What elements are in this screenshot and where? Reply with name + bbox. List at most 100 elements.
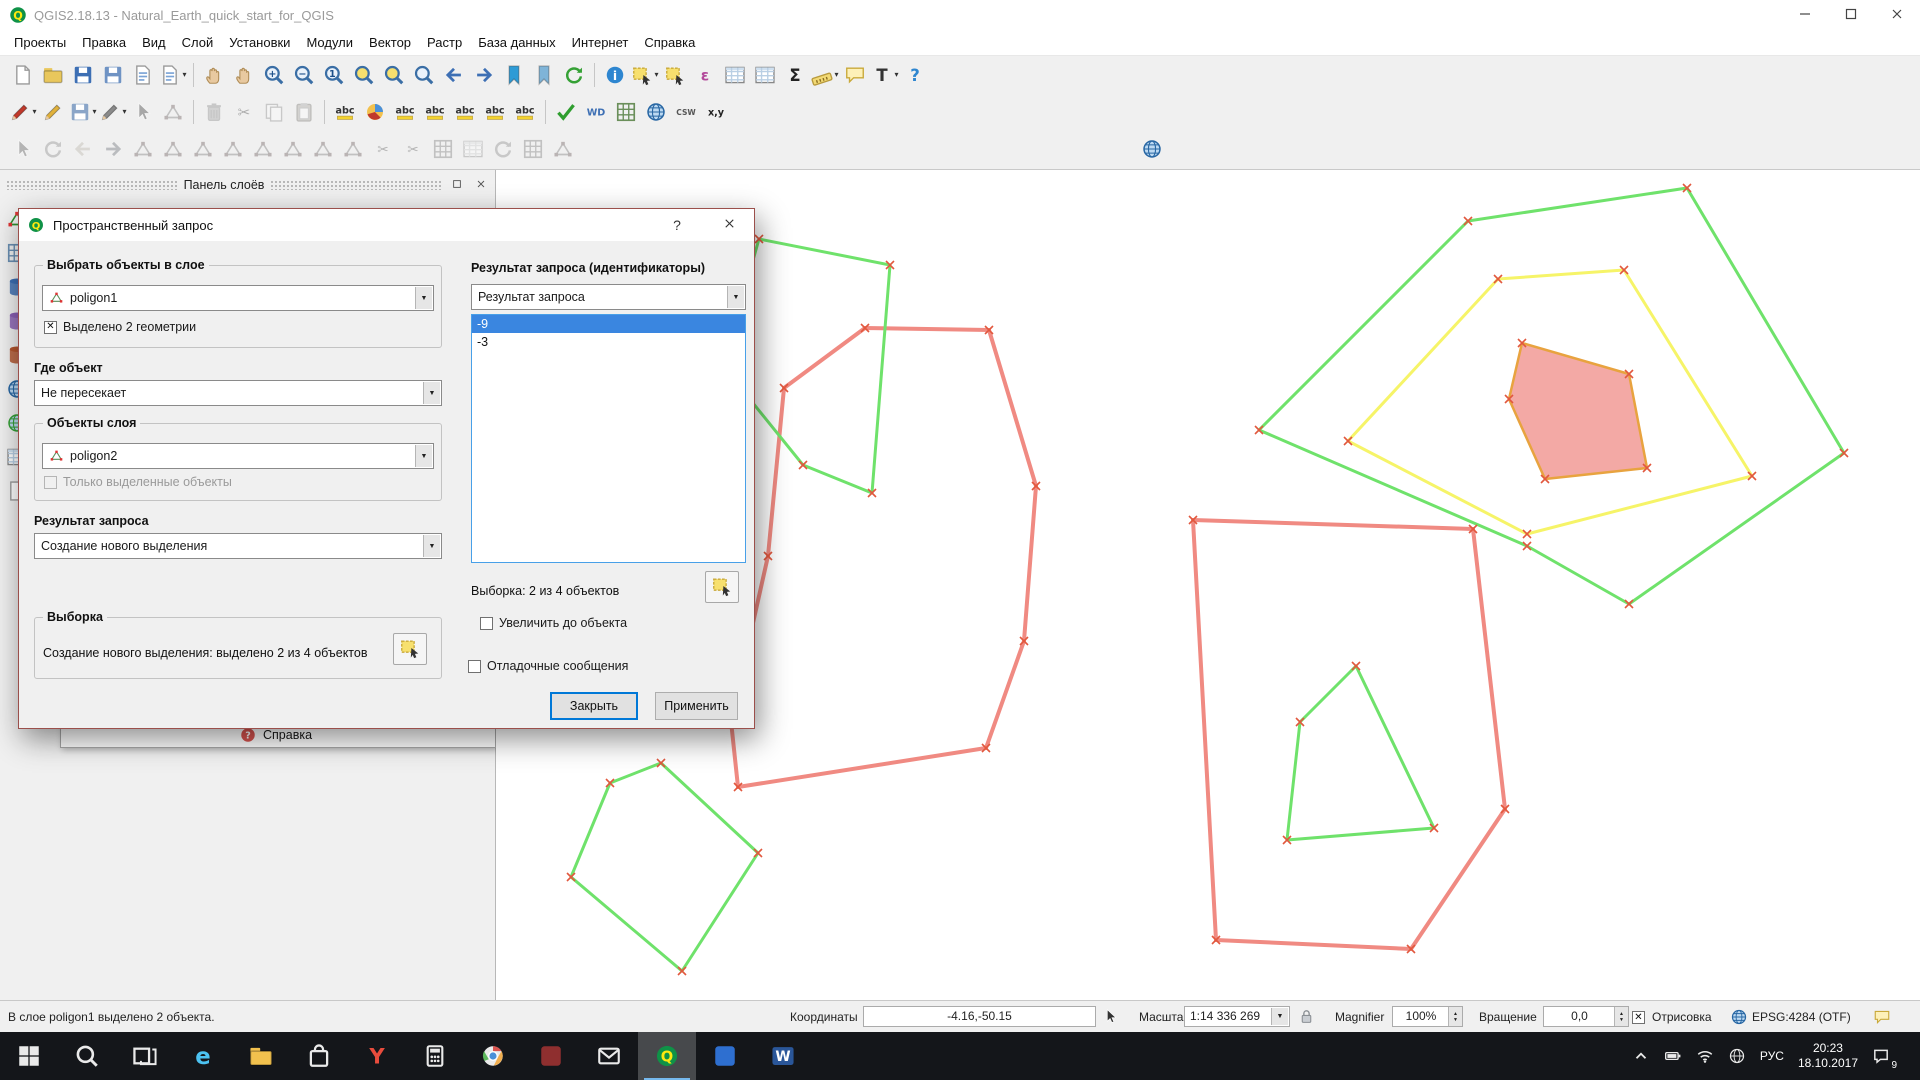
dropdown-arrow-icon[interactable]: ▼	[423, 535, 440, 557]
menu-projects[interactable]: Проекты	[6, 32, 74, 53]
coordinates-input[interactable]: -4.16,-50.15	[863, 1006, 1096, 1027]
taskbar-app-blue-button[interactable]	[696, 1032, 754, 1080]
dropdown-arrow-icon[interactable]: ▼	[415, 287, 432, 309]
select-by-expression-icon[interactable]: ε	[691, 61, 719, 89]
messages-icon[interactable]	[1873, 1008, 1891, 1026]
dialog-close-button[interactable]	[712, 209, 746, 241]
composer-manager-icon[interactable]: ▾	[159, 61, 187, 89]
label-properties-icon[interactable]: abc	[511, 98, 539, 126]
zoom-in-icon[interactable]: +	[260, 61, 288, 89]
zoom-to-selection-icon[interactable]	[380, 61, 408, 89]
taskbar-calculator-button[interactable]	[406, 1032, 464, 1080]
spatial-query-icon[interactable]	[1138, 135, 1166, 163]
menu-plugins[interactable]: Модули	[298, 32, 361, 53]
label-pin-icon[interactable]: abc	[391, 98, 419, 126]
action-center-icon[interactable]: 9	[1872, 1047, 1890, 1065]
debug-messages-checkbox[interactable]: Отладочные сообщения	[468, 659, 628, 673]
wifi-icon[interactable]	[1696, 1047, 1714, 1065]
battery-icon[interactable]	[1664, 1047, 1682, 1065]
scale-combobox[interactable]: 1:14 336 269 ▼	[1184, 1006, 1290, 1027]
zoom-full-icon[interactable]	[350, 61, 378, 89]
layers-panel-header[interactable]: Панель слоёв	[6, 174, 490, 196]
open-attribute-table-icon[interactable]	[721, 61, 749, 89]
taskbar-clock[interactable]: 20:23 18.10.2017	[1798, 1041, 1858, 1071]
list-item-selected[interactable]: -9	[472, 315, 745, 333]
dialog-help-button[interactable]: ?	[660, 209, 694, 241]
taskbar-store-button[interactable]	[290, 1032, 348, 1080]
dropdown-arrow-icon[interactable]: ▼	[727, 286, 744, 308]
close-window-button[interactable]	[1874, 0, 1920, 30]
render-checkbox[interactable]: ✕	[1632, 1011, 1645, 1024]
layer1-combobox[interactable]: poligon1 ▼	[42, 285, 434, 311]
magnifier-spinbox[interactable]: 100% ▲▼	[1392, 1006, 1463, 1027]
layer2-combobox[interactable]: poligon2 ▼	[42, 443, 434, 469]
zoom-last-icon[interactable]	[440, 61, 468, 89]
dropdown-arrow-icon[interactable]: ▼	[1271, 1008, 1288, 1025]
select-result-features-button[interactable]	[705, 571, 739, 603]
processing-ok-icon[interactable]	[552, 98, 580, 126]
help-contents-icon[interactable]: ?	[901, 61, 929, 89]
show-bookmarks-icon[interactable]	[530, 61, 558, 89]
text-annotation-icon[interactable]: T▾	[871, 61, 899, 89]
result-action-combobox[interactable]: Создание нового выделения ▼	[34, 533, 442, 559]
network-icon[interactable]	[1728, 1047, 1746, 1065]
panel-float-button[interactable]	[448, 177, 466, 193]
scale-lock-icon[interactable]	[1298, 1008, 1315, 1026]
taskbar-word-button[interactable]: W	[754, 1032, 812, 1080]
refresh-map-icon[interactable]	[560, 61, 588, 89]
hidden-icons-chevron[interactable]	[1632, 1047, 1650, 1065]
select-features-icon[interactable]: ▾	[631, 61, 659, 89]
zoom-out-icon[interactable]: −	[290, 61, 318, 89]
save-layer-edits-icon[interactable]: ▾	[69, 98, 97, 126]
menu-view[interactable]: Вид	[134, 32, 174, 53]
measure-line-icon[interactable]: ▾	[811, 61, 839, 89]
crs-icon[interactable]	[1730, 1008, 1748, 1026]
taskbar-chrome-button[interactable]	[464, 1032, 522, 1080]
close-button[interactable]: Закрыть	[550, 692, 638, 720]
mouse-position-icon[interactable]	[1102, 1008, 1119, 1026]
rotation-spinbox[interactable]: 0,0 ▲▼	[1543, 1006, 1629, 1027]
open-project-icon[interactable]	[39, 61, 67, 89]
zoom-to-layer-icon[interactable]	[410, 61, 438, 89]
field-calculator-icon[interactable]	[751, 61, 779, 89]
pan-map-icon[interactable]	[200, 61, 228, 89]
zoom-native-icon[interactable]: 1	[320, 61, 348, 89]
taskbar-edge-button[interactable]: e	[174, 1032, 232, 1080]
menu-web[interactable]: Интернет	[564, 32, 637, 53]
dropdown-arrow-icon[interactable]: ▼	[415, 445, 432, 467]
context-menu-help-item[interactable]: Справка	[263, 728, 312, 742]
query-results-list[interactable]: -9 -3	[471, 314, 746, 563]
new-bookmark-icon[interactable]	[500, 61, 528, 89]
select-features-button[interactable]	[393, 633, 427, 665]
taskbar-task-view-button[interactable]	[116, 1032, 174, 1080]
new-project-icon[interactable]	[9, 61, 37, 89]
taskbar-qgis-button[interactable]: Q	[638, 1032, 696, 1080]
save-project-as-icon[interactable]	[99, 61, 127, 89]
toggle-editing-icon[interactable]	[39, 98, 67, 126]
taskbar-mail-button[interactable]	[580, 1032, 638, 1080]
taskbar-start-button[interactable]	[0, 1032, 58, 1080]
identify-features-icon[interactable]: i	[601, 61, 629, 89]
dropdown-arrow-icon[interactable]: ▼	[423, 382, 440, 404]
list-item[interactable]: -3	[472, 333, 745, 351]
save-project-icon[interactable]	[69, 61, 97, 89]
label-layer-icon[interactable]: abc	[331, 98, 359, 126]
coordinate-capture-icon[interactable]: x,y	[702, 98, 730, 126]
spinner-arrows[interactable]: ▲▼	[1448, 1007, 1462, 1026]
label-move-icon[interactable]: abc	[451, 98, 479, 126]
menu-vector[interactable]: Вектор	[361, 32, 419, 53]
results-combobox[interactable]: Результат запроса ▼	[471, 284, 746, 310]
minimize-button[interactable]	[1782, 0, 1828, 30]
wd-plugin-icon[interactable]: WD	[582, 98, 610, 126]
statistical-summary-icon[interactable]: Σ	[781, 61, 809, 89]
diagram-layer-icon[interactable]	[361, 98, 389, 126]
menu-settings[interactable]: Установки	[221, 32, 298, 53]
label-rotate-icon[interactable]: abc	[481, 98, 509, 126]
window-titlebar[interactable]: Q QGIS2.18.13 - Natural_Earth_quick_star…	[0, 0, 1920, 30]
georeferencer-icon[interactable]	[642, 98, 670, 126]
deselect-features-icon[interactable]	[661, 61, 689, 89]
panel-close-button[interactable]	[472, 177, 490, 193]
spinner-arrows[interactable]: ▲▼	[1614, 1007, 1628, 1026]
label-show-hide-icon[interactable]: abc	[421, 98, 449, 126]
maximize-button[interactable]	[1828, 0, 1874, 30]
